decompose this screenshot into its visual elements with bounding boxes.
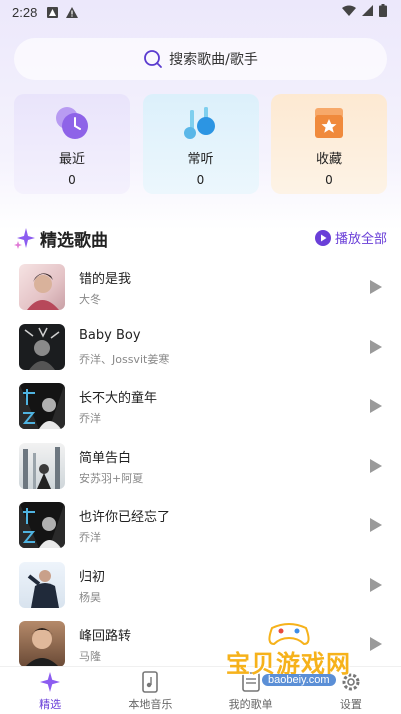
song-item[interactable]: 长不大的童年 乔洋 bbox=[0, 377, 401, 437]
signal-icon bbox=[362, 5, 373, 20]
tab-settings[interactable]: 设置 bbox=[301, 667, 401, 714]
wifi-icon bbox=[342, 5, 356, 20]
card-recent-count: 0 bbox=[68, 173, 76, 187]
play-circle-icon bbox=[314, 229, 331, 246]
play-icon[interactable] bbox=[369, 636, 383, 652]
play-icon[interactable] bbox=[369, 339, 383, 355]
album-cover bbox=[19, 383, 65, 429]
song-artist: 乔洋、Jossvit姜寒 bbox=[79, 352, 170, 366]
tab-featured-label: 精选 bbox=[39, 698, 62, 711]
notification-icon bbox=[47, 6, 59, 18]
play-icon[interactable] bbox=[369, 279, 383, 295]
tab-local-music[interactable]: 本地音乐 bbox=[100, 667, 200, 714]
song-title: 归初 bbox=[79, 569, 106, 585]
card-frequent-label: 常听 bbox=[187, 152, 214, 167]
song-artist: 乔洋 bbox=[79, 531, 101, 544]
song-list: 错的是我 大冬 Baby Boy 乔洋、Jossvit姜寒 长不大的童年 乔洋 … bbox=[0, 258, 401, 675]
song-title: 也许你已经忘了 bbox=[79, 510, 171, 525]
card-favorite-label: 收藏 bbox=[315, 152, 342, 167]
song-item[interactable]: 简单告白 安苏羽+阿夏 bbox=[0, 437, 401, 497]
warning-icon bbox=[66, 6, 79, 18]
song-title: 峰回路转 bbox=[79, 629, 132, 644]
sparkle-icon bbox=[40, 672, 61, 692]
song-title: 错的是我 bbox=[79, 272, 132, 287]
album-cover bbox=[19, 502, 65, 548]
playlist-icon bbox=[241, 672, 260, 692]
album-cover bbox=[19, 561, 65, 608]
sparkle-icon bbox=[14, 228, 35, 249]
song-artist: 大冬 bbox=[79, 293, 101, 306]
song-artist: 杨昊 bbox=[79, 590, 101, 604]
card-favorite-count: 0 bbox=[325, 173, 333, 187]
battery-icon bbox=[379, 4, 387, 21]
song-item[interactable]: Baby Boy 乔洋、Jossvit姜寒 bbox=[0, 318, 401, 378]
clock-icon bbox=[56, 107, 88, 139]
search-bar[interactable]: 搜索歌曲/歌手 bbox=[14, 38, 387, 80]
album-cover bbox=[19, 323, 65, 370]
song-title: 简单告白 bbox=[79, 450, 132, 466]
section-title: 精选歌曲 bbox=[40, 230, 108, 251]
search-icon bbox=[144, 50, 163, 68]
song-title: 长不大的童年 bbox=[79, 391, 158, 406]
song-item[interactable]: 也许你已经忘了 乔洋 bbox=[0, 496, 401, 556]
gear-icon bbox=[342, 673, 360, 691]
status-bar: 2:28 bbox=[0, 0, 401, 24]
play-all-button[interactable]: 播放全部 bbox=[314, 228, 387, 247]
card-recent-label: 最近 bbox=[58, 152, 85, 167]
bottom-tab-bar: 精选 本地音乐 我的歌单 设置 bbox=[0, 666, 401, 714]
card-favorite[interactable]: 收藏 0 bbox=[271, 94, 387, 194]
song-artist: 安苏羽+阿夏 bbox=[79, 471, 144, 485]
section-header: 精选歌曲 播放全部 bbox=[14, 226, 387, 251]
card-frequent-count: 0 bbox=[196, 173, 205, 187]
song-title: Baby Boy bbox=[79, 327, 141, 343]
album-cover bbox=[19, 442, 65, 489]
album-cover bbox=[19, 621, 65, 667]
search-placeholder: 搜索歌曲/歌手 bbox=[169, 52, 258, 68]
play-icon[interactable] bbox=[369, 517, 383, 533]
play-all-label: 播放全部 bbox=[334, 232, 387, 247]
tab-local-music-label: 本地音乐 bbox=[128, 698, 173, 711]
play-icon[interactable] bbox=[369, 398, 383, 414]
card-frequent[interactable]: 常听 0 bbox=[142, 94, 259, 194]
play-icon[interactable] bbox=[369, 458, 383, 474]
tab-my-playlists-label: 我的歌单 bbox=[228, 698, 273, 711]
status-time: 2:28 bbox=[12, 4, 38, 20]
quick-cards: 最近 0 常听 0 收藏 0 bbox=[14, 94, 387, 194]
tab-featured[interactable]: 精选 bbox=[0, 667, 100, 714]
song-artist: 乔洋 bbox=[79, 412, 101, 425]
music-file-icon bbox=[142, 671, 159, 693]
song-item[interactable]: 错的是我 大冬 bbox=[0, 258, 401, 318]
album-cover bbox=[19, 264, 65, 310]
play-icon[interactable] bbox=[369, 577, 383, 593]
card-recent[interactable]: 最近 0 bbox=[14, 94, 130, 194]
song-artist: 马隆 bbox=[79, 650, 101, 663]
status-icons bbox=[342, 4, 387, 21]
tab-settings-label: 设置 bbox=[339, 698, 362, 711]
song-item[interactable]: 归初 杨昊 bbox=[0, 556, 401, 616]
tab-my-playlists[interactable]: 我的歌单 bbox=[201, 667, 301, 714]
music-note-icon bbox=[183, 107, 215, 139]
favorite-box-icon bbox=[315, 108, 343, 138]
